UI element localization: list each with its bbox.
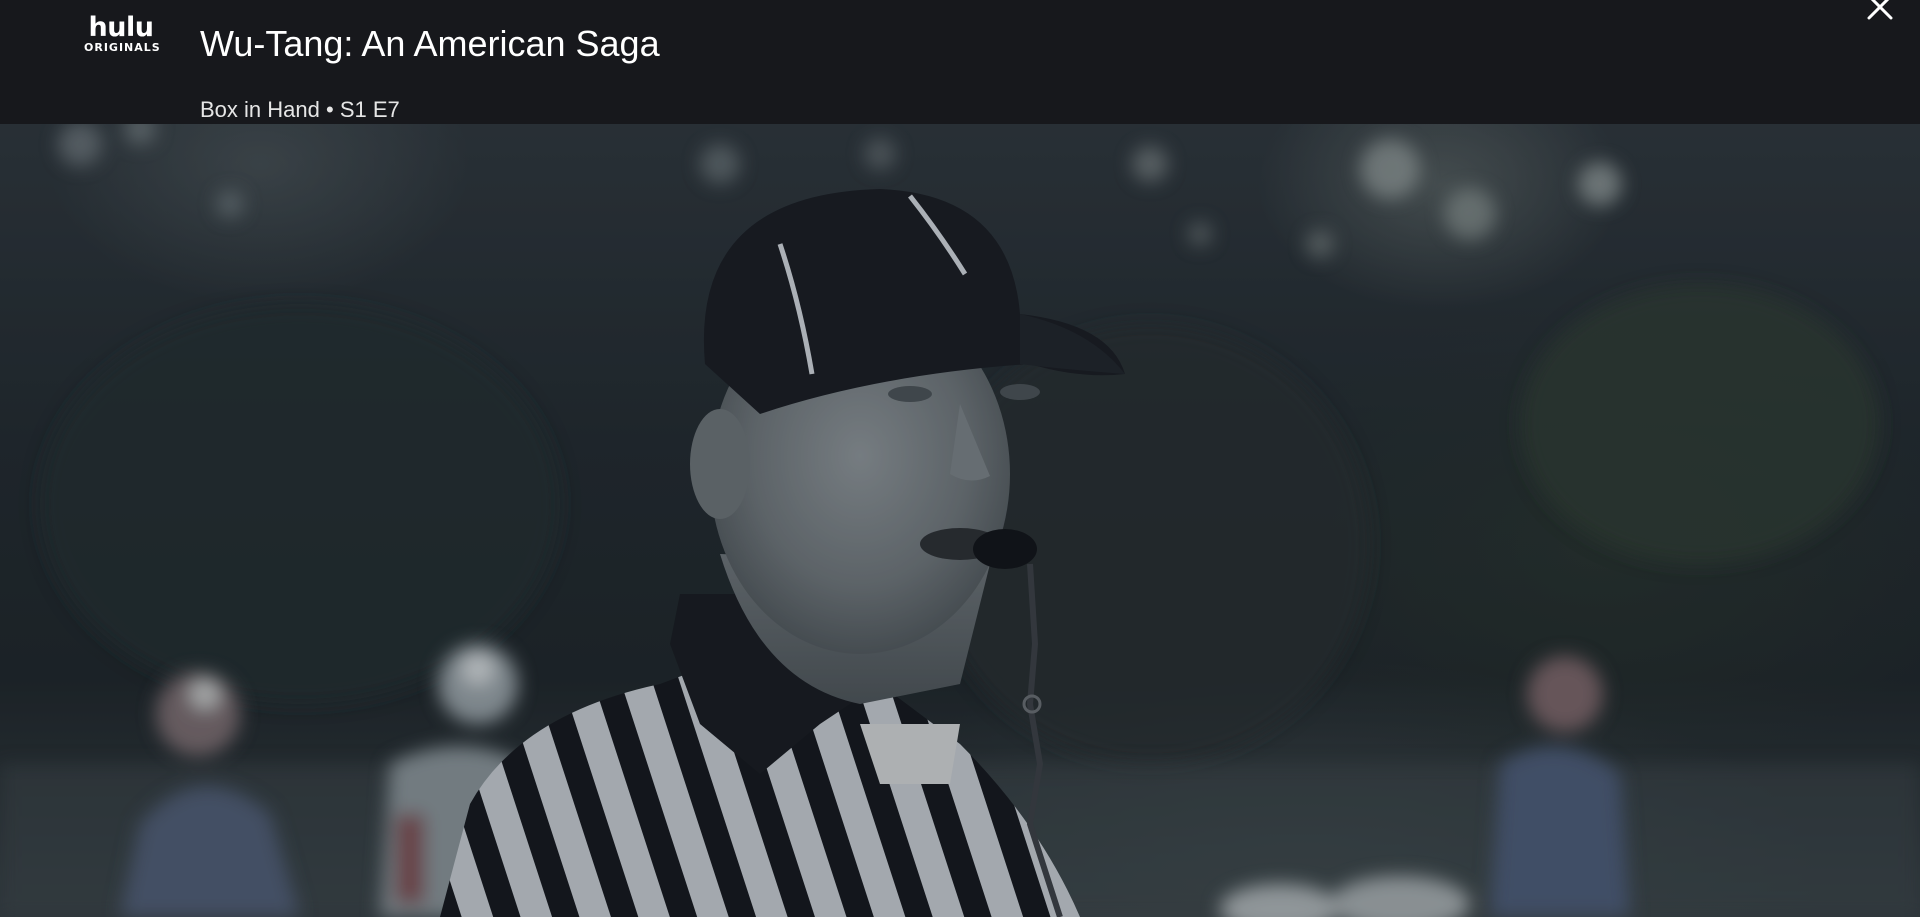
show-title: Wu-Tang: An American Saga	[200, 23, 660, 64]
video-scene-art	[0, 124, 1920, 917]
close-button[interactable]	[1860, 0, 1900, 22]
video-frame[interactable]	[0, 124, 1920, 917]
player-header: hulu ORIGINALS Wu-Tang: An American Saga…	[0, 0, 1920, 124]
hulu-wordmark: hulu	[88, 12, 154, 43]
hulu-originals-logo: hulu ORIGINALS	[84, 12, 161, 54]
episode-separator: •	[325, 97, 334, 122]
originals-label: ORIGINALS	[84, 41, 161, 54]
close-icon	[1867, 0, 1893, 20]
episode-info: Box in Hand • S1 E7	[200, 97, 400, 123]
episode-title: Box in Hand	[200, 97, 320, 122]
episode-code: S1 E7	[339, 97, 400, 122]
video-player[interactable]: hulu ORIGINALS Wu-Tang: An American Saga…	[0, 0, 1920, 917]
